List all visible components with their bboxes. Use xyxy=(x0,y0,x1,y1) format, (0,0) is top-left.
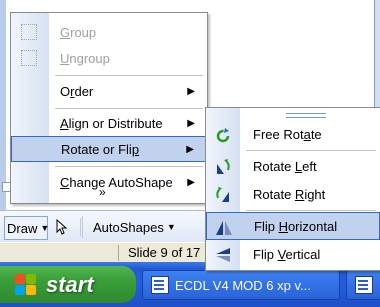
flip-horizontal-icon xyxy=(216,221,232,235)
submenu-item-label: Free Rotate xyxy=(253,126,322,142)
submenu-drag-handle[interactable] xyxy=(286,113,326,118)
submenu-item-label: Flip Horizontal xyxy=(254,218,338,234)
rotate-left-icon xyxy=(217,159,230,174)
flip-vertical-icon xyxy=(216,248,230,262)
select-objects-icon xyxy=(56,219,68,235)
start-label: start xyxy=(46,271,94,297)
rotate-flip-submenu: Free Rotate Rotate Left Rotate Right Fli… xyxy=(205,107,380,271)
submenu-item-flip-vertical[interactable]: Flip Vertical xyxy=(206,240,380,268)
menu-separator xyxy=(55,108,203,109)
submenu-arrow-icon: ▶ xyxy=(187,85,195,97)
draw-menu: Group Ungroup Order ▶ Align or Distribut… xyxy=(10,12,208,204)
group-icon xyxy=(21,24,37,40)
rotate-right-icon xyxy=(216,187,229,202)
slide-count-status: Slide 9 of 17 xyxy=(128,245,201,260)
menu-item-label: Ungroup xyxy=(60,50,110,66)
taskbar-item-powerpoint[interactable]: ECDL V4 MOD 6 xp v... xyxy=(142,270,340,300)
submenu-item-flip-horizontal[interactable]: Flip Horizontal xyxy=(206,212,380,240)
free-rotate-icon xyxy=(216,128,230,143)
group-label: Group xyxy=(60,24,97,40)
autoshapes-label: AutoShapes xyxy=(93,219,164,235)
menu-item-label: Rotate or Flip xyxy=(61,141,140,157)
ungroup-icon xyxy=(21,50,37,66)
menu-separator xyxy=(55,75,203,76)
menu-separator xyxy=(246,150,376,151)
taskbar-item-label: ECDL V4 MOD 6 xp v... xyxy=(175,277,311,293)
submenu-item-label: Flip Vertical xyxy=(253,246,321,262)
submenu-item-label: Rotate Left xyxy=(253,158,317,174)
menu-separator xyxy=(55,166,203,167)
submenu-item-rotate-right[interactable]: Rotate Right xyxy=(206,180,380,208)
submenu-item-rotate-left[interactable]: Rotate Left xyxy=(206,152,380,180)
autoshapes-menu-button[interactable]: AutoShapes ▼ xyxy=(82,216,213,238)
draw-button-label: Draw xyxy=(7,220,38,236)
submenu-arrow-icon: ▶ xyxy=(186,143,194,155)
windows-logo-icon xyxy=(14,273,38,297)
submenu-arrow-icon: ▶ xyxy=(187,117,195,129)
submenu-item-label: Rotate Right xyxy=(253,186,326,202)
draw-menu-button[interactable]: Draw ▼ xyxy=(4,216,50,240)
start-button[interactable]: start xyxy=(0,266,136,303)
menu-item-align-distribute[interactable]: Align or Distribute ▶ xyxy=(11,110,207,136)
taskbar-item-second[interactable] xyxy=(346,270,380,300)
menu-item-label: Change AutoShape xyxy=(60,174,173,190)
chevron-down-icon: ▼ xyxy=(40,223,50,233)
submenu-item-free-rotate[interactable]: Free Rotate xyxy=(206,120,380,148)
powerpoint-doc-icon xyxy=(355,276,373,294)
chevron-down-icon: ▼ xyxy=(166,222,176,232)
submenu-arrow-icon: ▶ xyxy=(187,176,195,188)
menu-item-label: Align or Distribute xyxy=(60,115,163,131)
menu-item-label: Group xyxy=(60,25,96,40)
menu-item-label: Order xyxy=(60,83,94,99)
expand-menu-icon[interactable]: » xyxy=(99,185,106,199)
menu-item-order[interactable]: Order ▶ xyxy=(11,78,207,104)
menu-separator xyxy=(246,210,376,211)
menu-item-group[interactable]: Group xyxy=(11,19,207,45)
status-separator xyxy=(118,245,119,261)
menu-item-rotate-flip[interactable]: Rotate or Flip ▶ xyxy=(11,136,207,162)
menu-item-change-autoshape[interactable]: Change AutoShape ▶ xyxy=(11,169,207,195)
select-objects-button[interactable] xyxy=(52,216,72,238)
menu-item-ungroup[interactable]: Ungroup xyxy=(11,45,207,71)
toolbar-separator xyxy=(80,218,81,236)
powerpoint-doc-icon xyxy=(151,276,169,294)
